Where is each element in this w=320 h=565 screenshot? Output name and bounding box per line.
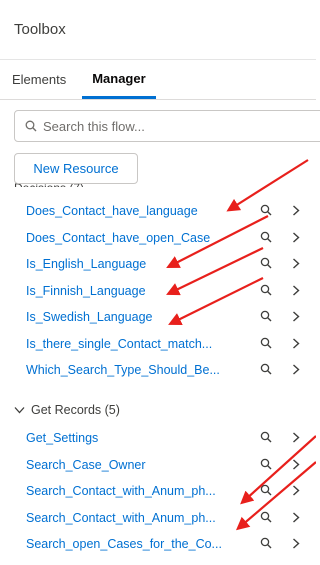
search-icon[interactable] (260, 484, 272, 496)
list-item[interactable]: Is_Finnish_Language (0, 278, 316, 305)
list-item[interactable]: Search_Contact_with_Anum_ph... (0, 505, 316, 532)
list-item-label: Get_Settings (26, 431, 99, 446)
search-icon[interactable] (260, 431, 272, 443)
chevron-right-icon[interactable] (292, 485, 300, 496)
list-item[interactable]: Search_Contact_with_Anum_ph... (0, 478, 316, 505)
chevron-right-icon[interactable] (292, 432, 300, 443)
list-item-label: Is_Swedish_Language (26, 310, 153, 325)
tab-manager[interactable]: Manager (82, 71, 156, 99)
section-header-label: Get Records (5) (31, 403, 120, 417)
chevron-right-icon[interactable] (292, 458, 300, 470)
search-icon[interactable] (260, 310, 272, 322)
list-item[interactable]: Search_open_Cases_for_the_Co... (0, 531, 316, 558)
list-item-label: Search_Contact_with_Anum_ph... (26, 510, 216, 525)
list-item[interactable]: Which_Search_Type_Should_Be... (0, 357, 316, 384)
new-resource-button[interactable]: New Resource (14, 153, 138, 184)
search-icon[interactable] (260, 511, 272, 523)
chevron-right-icon[interactable] (292, 364, 300, 375)
decisions-list: Does_Contact_have_language Does_Contact_… (0, 198, 316, 384)
list-item-label: Does_Contact_have_open_Case (26, 230, 211, 245)
toolbox-header: Toolbox (0, 0, 316, 60)
list-item-label: Search_open_Cases_for_the_Co... (26, 537, 222, 552)
list-item[interactable]: Is_Swedish_Language (0, 304, 316, 331)
section-header-get-records[interactable]: Get Records (5) (0, 395, 316, 425)
search-icon[interactable] (260, 284, 272, 296)
list-item[interactable]: Search_Case_Owner (0, 452, 316, 479)
list-item[interactable]: Is_there_single_Contact_match... (0, 331, 316, 358)
search-input[interactable]: Search this flow... (14, 110, 320, 142)
chevron-right-icon[interactable] (292, 258, 300, 269)
get-records-section: Get Records (5) Get_Settings Search_Case… (0, 395, 316, 558)
list-item[interactable]: Get_Settings (0, 425, 316, 452)
chevron-right-icon[interactable] (292, 284, 300, 296)
search-icon[interactable] (260, 204, 272, 216)
chevron-right-icon[interactable] (292, 205, 300, 216)
chevron-right-icon[interactable] (292, 337, 300, 349)
search-icon (25, 120, 37, 132)
chevron-right-icon[interactable] (292, 511, 300, 523)
toolbox-title: Toolbox (14, 21, 66, 38)
chevron-down-icon[interactable] (14, 406, 25, 414)
list-item-label: Is_Finnish_Language (26, 283, 146, 298)
list-item-label: Which_Search_Type_Should_Be... (26, 363, 220, 378)
search-icon[interactable] (260, 257, 272, 269)
tab-elements[interactable]: Elements (12, 72, 76, 99)
list-item[interactable]: Does_Contact_have_language (0, 198, 316, 225)
chevron-right-icon[interactable] (292, 538, 300, 549)
list-item-label: Does_Contact_have_language (26, 204, 198, 219)
list-item-label: Is_there_single_Contact_match... (26, 336, 213, 351)
list-item-label: Search_Case_Owner (26, 457, 146, 472)
chevron-right-icon[interactable] (292, 311, 300, 322)
search-container: Search this flow... (0, 100, 320, 142)
search-icon[interactable] (260, 337, 272, 349)
search-placeholder: Search this flow... (43, 118, 145, 134)
search-icon[interactable] (260, 537, 272, 549)
list-item-label: Is_English_Language (26, 257, 147, 272)
search-icon[interactable] (260, 363, 272, 375)
list-item-label: Search_Contact_with_Anum_ph... (26, 484, 216, 499)
list-item[interactable]: Does_Contact_have_open_Case (0, 225, 316, 252)
chevron-right-icon[interactable] (292, 231, 300, 243)
list-item[interactable]: Is_English_Language (0, 251, 316, 278)
search-icon[interactable] (260, 231, 272, 243)
tab-bar: Elements Manager (0, 60, 316, 100)
search-icon[interactable] (260, 458, 272, 470)
